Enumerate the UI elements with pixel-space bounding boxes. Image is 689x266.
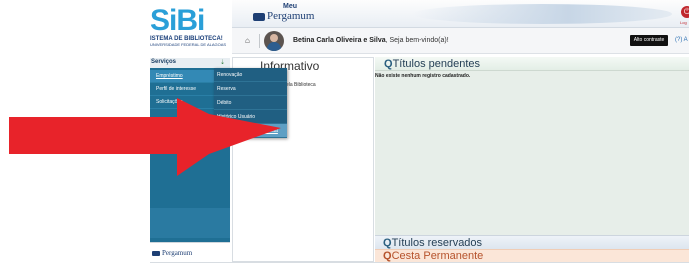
submenu-item-reserva[interactable]: Reserva [214,82,287,96]
titulos-reservados-title: QTítulos reservados [383,237,482,249]
pergamum-footer-icon [152,251,160,256]
user-bar-divider [259,34,260,48]
home-icon[interactable]: ⌂ [245,36,255,45]
page-bottom-divider [150,262,689,263]
red-arrow-annotation [9,98,281,176]
sidebar-title: Serviços [151,59,177,65]
arrow-shape [9,98,281,176]
sidebar-footer: Pergamum [150,242,230,262]
logout-label[interactable]: Log [680,20,687,25]
help-link[interactable]: (?) A [675,37,688,43]
header-swoosh-decoration [412,4,672,24]
welcome-message: Betina Carla Oliveira e Silva, Seja bem-… [293,37,449,44]
brand-name: Pergamum [267,10,315,22]
titulos-pendentes-title: QTítulos pendentes [384,58,480,70]
logout-icon[interactable]: ⏻ [681,6,689,18]
titulos-reservados-header[interactable]: QTítulos reservados [375,235,689,249]
cesta-permanente-header[interactable]: QCesta Permanente [375,249,689,262]
sidebar-lower-band [150,208,230,238]
submenu-item-renovacao[interactable]: Renovação [214,68,287,82]
pergamum-book-icon [253,13,265,21]
sibi-logo[interactable]: SiBi ISTEMA DE BIBLIOTECA! UNIVERSIDADE … [150,4,232,50]
titulos-pendentes-body: Não existe nenhum registro cadastrado. [375,71,689,235]
titulos-reservados-label: Títulos reservados [391,237,483,249]
page: SiBi ISTEMA DE BIBLIOTECA! UNIVERSIDADE … [0,0,689,266]
empty-records-message: Não existe nenhum registro cadastrado. [375,73,471,79]
titulos-pendentes-label: Títulos pendentes [392,58,481,70]
search-icon: Q [383,237,392,249]
sidebar-header: Serviços ⇣ [150,58,230,68]
user-name: Betina Carla Oliveira e Silva [293,37,386,44]
welcome-suffix: , Seja bem-vindo(a)! [385,37,449,44]
user-avatar [264,31,284,51]
cesta-permanente-title: QCesta Permanente [383,250,483,262]
high-contrast-button[interactable]: Alto contraste [630,35,668,46]
cesta-permanente-label: Cesta Permanente [391,250,484,262]
search-icon: Q [384,58,393,70]
search-icon: Q [383,250,392,262]
titulos-pendentes-header: QTítulos pendentes [375,57,689,71]
logo-line2: UNIVERSIDADE FEDERAL DE ALAGOAS [150,42,227,47]
brand-meu: Meu [283,3,297,10]
sidebar-collapse-icon[interactable]: ⇣ [220,59,225,66]
sidebar-footer-label: Pergamum [162,249,193,257]
logo-mark: SiBi [150,4,205,37]
